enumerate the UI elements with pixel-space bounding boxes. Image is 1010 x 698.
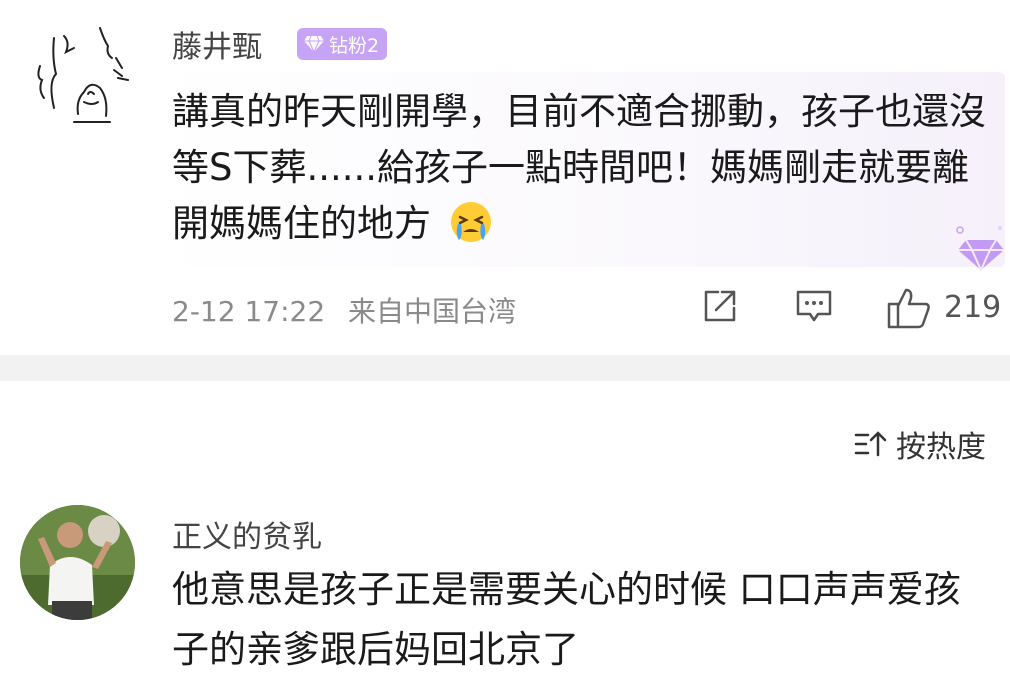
thumbs-up-icon[interactable] xyxy=(886,286,932,330)
comment-icon[interactable] xyxy=(794,286,834,326)
comment-location: 来自中国台湾 xyxy=(348,295,517,328)
sort-by-hot-button[interactable]: 按热度 xyxy=(854,422,986,466)
username[interactable]: 藤井甄 xyxy=(172,22,262,66)
user-avatar[interactable] xyxy=(20,505,135,620)
comment-meta: 2-12 17:22 来自中国台湾 xyxy=(172,290,516,330)
comment-text: 講真的昨天剛開學，目前不適合挪動，孩子也還沒等S下葬......給孩子一點時間吧… xyxy=(172,84,992,252)
comment-time: 2-12 17:22 xyxy=(172,295,326,328)
like-count: 219 xyxy=(944,290,1002,325)
avatar-photo xyxy=(20,505,135,620)
user-avatar[interactable] xyxy=(18,18,138,138)
sort-icon xyxy=(854,431,887,457)
crying-face-icon xyxy=(450,202,491,242)
comment-item: 藤井甄 钻粉2 講真的昨天剛開學，目前不適合挪動，孩子也還沒等S下葬......… xyxy=(0,0,1010,355)
diamond-icon xyxy=(304,35,324,53)
section-divider xyxy=(0,355,1010,381)
share-icon[interactable] xyxy=(700,286,740,326)
username[interactable]: 正义的贫乳 xyxy=(172,512,322,556)
diamond-decoration-icon xyxy=(956,226,1004,273)
comment-text: 他意思是孩子正是需要关心的时候 口口声声爱孩子的亲爹跟后妈回北京了 xyxy=(172,568,961,671)
fan-badge[interactable]: 钻粉2 xyxy=(297,28,388,60)
comment-text-content: 講真的昨天剛開學，目前不適合挪動，孩子也還沒等S下葬......給孩子一點時間吧… xyxy=(172,90,986,245)
badge-label: 钻粉2 xyxy=(329,34,380,57)
sort-label: 按热度 xyxy=(896,430,986,465)
